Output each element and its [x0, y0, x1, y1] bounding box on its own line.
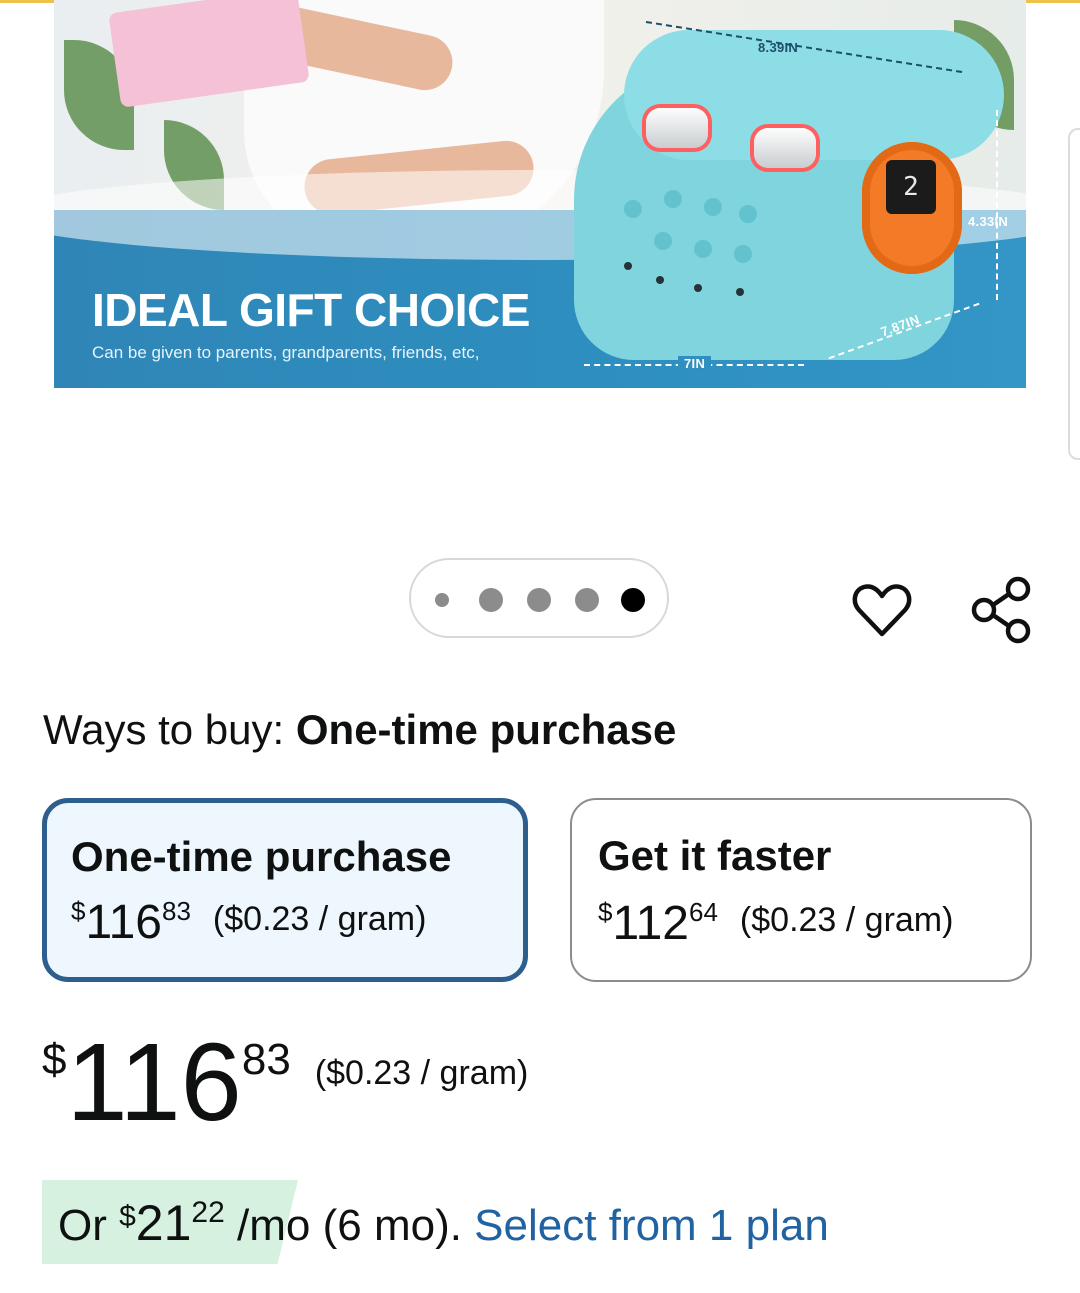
massager-dot	[656, 276, 664, 284]
pagination-dot[interactable]	[527, 588, 551, 612]
ways-to-buy-label: Ways to buy:	[43, 706, 285, 753]
installment-fraction: 22	[191, 1196, 225, 1229]
option-get-it-faster[interactable]: Get it faster $11264 ($0.23 / gram)	[570, 798, 1032, 982]
product-price: $11683 ($0.23 / gram)	[42, 1028, 528, 1138]
option-price-fraction: 83	[162, 896, 191, 926]
option-price-fraction: 64	[689, 897, 718, 927]
pagination-dot[interactable]	[435, 593, 449, 607]
massager-bump	[704, 198, 722, 216]
option-unit-price: ($0.23 / gram)	[212, 900, 427, 938]
option-unit-price: ($0.23 / gram)	[739, 901, 954, 939]
pagination-dot[interactable]	[575, 588, 599, 612]
massager-bump	[664, 190, 682, 208]
installment-currency: $	[119, 1200, 136, 1233]
price-fraction: 83	[241, 1035, 291, 1084]
pagination-dot-active[interactable]	[621, 588, 645, 612]
share-icon	[971, 576, 1031, 644]
massager-node	[754, 128, 816, 168]
scroll-indicator	[1068, 128, 1080, 460]
select-plan-link[interactable]: Select from 1 plan	[474, 1201, 829, 1250]
option-price-whole: 112	[612, 897, 689, 950]
favorite-button[interactable]	[850, 578, 914, 642]
price-whole: 116	[66, 1021, 242, 1144]
massager-bump	[624, 200, 642, 218]
option-currency: $	[71, 896, 86, 926]
installment-suffix: /mo (6 mo).	[224, 1201, 475, 1250]
ways-to-buy-heading: Ways to buy: One-time purchase	[43, 706, 676, 754]
option-price: $11264 ($0.23 / gram)	[598, 896, 953, 951]
massager-bump	[654, 232, 672, 250]
option-price-whole: 116	[85, 896, 162, 949]
heart-icon	[852, 584, 912, 637]
dimension-line-height	[996, 110, 998, 300]
image-pagination[interactable]	[409, 558, 669, 638]
price-unit: ($0.23 / gram)	[314, 1054, 529, 1092]
massager-bump	[734, 245, 752, 263]
option-price: $11683 ($0.23 / gram)	[71, 895, 426, 950]
product-image[interactable]: 2 8.39IN 4.33IN 7.87IN 7IN IDEAL GIFT CH…	[54, 0, 1026, 388]
massager-bump	[739, 205, 757, 223]
price-currency: $	[42, 1035, 67, 1084]
massager-node	[646, 108, 708, 148]
massager-dot	[736, 288, 744, 296]
option-one-time-purchase[interactable]: One-time purchase $11683 ($0.23 / gram)	[42, 798, 528, 982]
massager-bump	[694, 240, 712, 258]
installment-prefix: Or	[58, 1201, 120, 1250]
pagination-dot[interactable]	[479, 588, 503, 612]
massager-dot	[624, 262, 632, 270]
dimension-top-label: 8.39IN	[758, 40, 799, 55]
controller-display: 2	[886, 160, 936, 214]
installment-text: Or $2122 /mo (6 mo). Select from 1 plan	[58, 1194, 829, 1252]
massager-dot	[694, 284, 702, 292]
option-title: One-time purchase	[71, 833, 452, 880]
dimension-width-label: 7IN	[678, 356, 712, 371]
option-currency: $	[598, 897, 613, 927]
hero-subtitle: Can be given to parents, grandparents, f…	[92, 343, 480, 362]
option-title: Get it faster	[598, 832, 832, 879]
ways-to-buy-selected: One-time purchase	[295, 706, 677, 753]
installment-whole: 21	[135, 1195, 192, 1251]
hero-title: IDEAL GIFT CHOICE	[92, 284, 530, 336]
dimension-height-label: 4.33IN	[968, 214, 1009, 229]
share-button[interactable]	[968, 574, 1036, 646]
